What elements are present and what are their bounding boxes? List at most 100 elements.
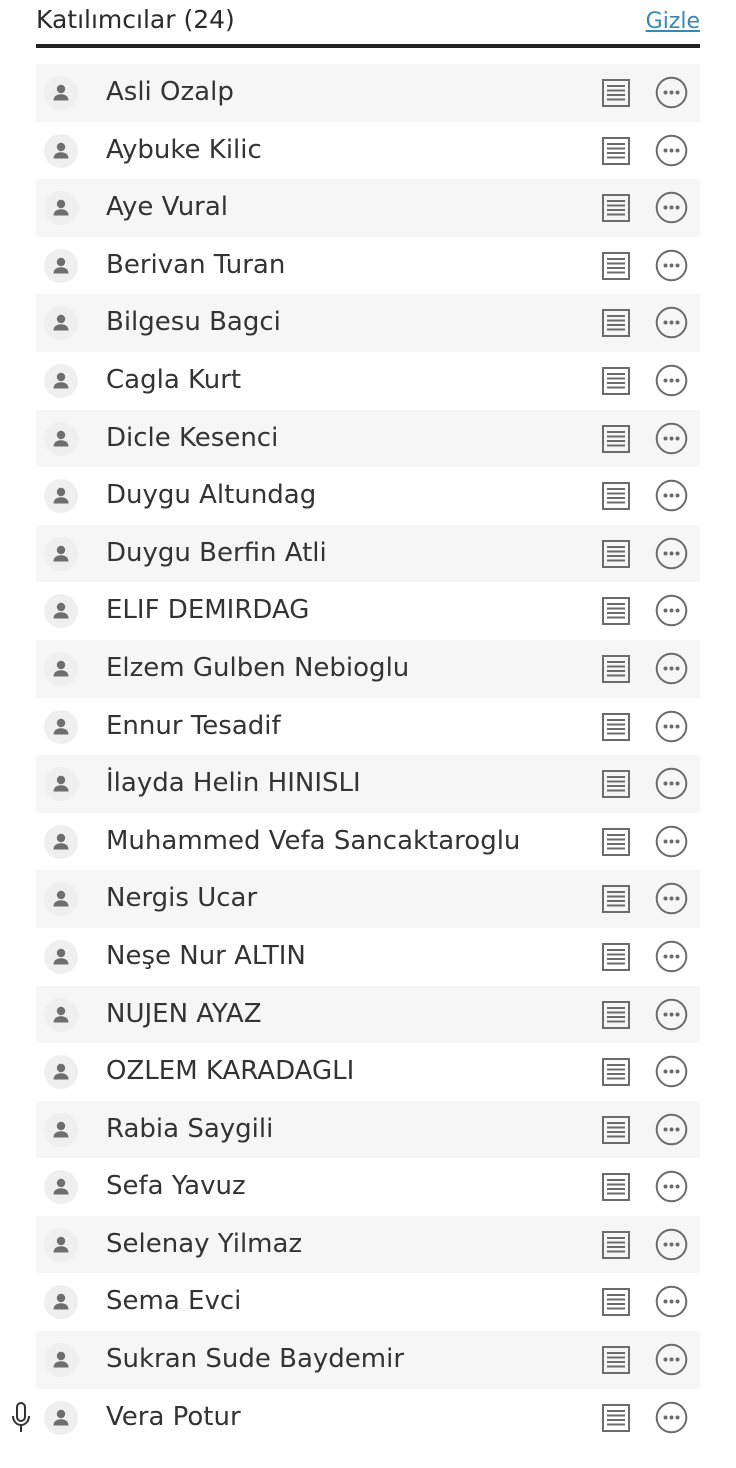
participant-row[interactable]: Rabia Saygili [36,1100,700,1159]
more-options-icon[interactable] [655,710,688,743]
participant-name: Nergis Ucar [106,883,258,914]
more-options-icon[interactable] [655,652,688,685]
more-options-icon[interactable] [655,940,688,973]
participant-row[interactable]: Berivan Turan [36,236,700,295]
more-options-icon[interactable] [655,1113,688,1146]
user-avatar-icon [44,248,78,283]
participant-row[interactable]: Dicle Kesenci [36,409,700,468]
participant-row[interactable]: Vera Potur [12,1388,700,1447]
notes-list-icon[interactable] [601,712,631,742]
notes-list-icon[interactable] [601,136,631,166]
more-options-icon[interactable] [655,134,688,167]
user-avatar-icon [44,1227,78,1262]
participant-row[interactable]: Muhammed Vefa Sancaktaroglu [36,812,700,871]
participant-row[interactable]: Selenay Yilmaz [36,1215,700,1274]
participant-row[interactable]: Duygu Berfin Atli [36,524,700,583]
participant-row[interactable]: ELIF DEMIRDAG [36,582,700,640]
participant-name: Elzem Gulben Nebioglu [106,652,410,683]
notes-list-icon[interactable] [601,827,631,857]
notes-list-icon[interactable] [601,1345,631,1375]
notes-list-icon[interactable] [601,251,631,281]
participant-row[interactable]: İlayda Helin HINISLI [36,755,700,813]
participant-row[interactable]: Duygu Altundag [36,467,700,525]
more-options-icon[interactable] [655,1055,688,1088]
participant-row[interactable]: Bilgesu Bagci [36,294,700,352]
notes-list-icon[interactable] [601,1403,631,1433]
participant-row[interactable]: Sefa Yavuz [36,1158,700,1216]
notes-list-icon[interactable] [601,539,631,569]
notes-list-icon[interactable] [601,1057,631,1087]
user-avatar-icon [44,479,78,514]
notes-list-icon[interactable] [601,596,631,626]
participant-row[interactable]: Elzem Gulben Nebioglu [36,639,700,698]
participant-name: İlayda Helin HINISLI [106,768,361,799]
more-options-icon[interactable] [655,306,688,339]
notes-list-icon[interactable] [601,1115,631,1145]
notes-list-icon[interactable] [601,654,631,684]
participant-name: Asli Ozalp [106,77,234,107]
notes-list-icon[interactable] [601,1230,631,1260]
participant-row[interactable]: Aye Vural [36,179,700,237]
notes-list-icon[interactable] [601,308,631,338]
participant-row[interactable]: Sema Evci [36,1273,700,1332]
more-options-icon[interactable] [655,537,688,570]
more-options-icon[interactable] [655,594,688,627]
more-options-icon[interactable] [655,191,688,224]
more-options-icon[interactable] [655,825,688,858]
participant-list: Asli Ozalp Aybuke Kilic Aye Vural Berivan T… [12,64,700,1447]
more-options-icon[interactable] [655,882,688,915]
participant-row[interactable]: Nergis Ucar [36,870,700,928]
user-avatar-icon [44,536,78,571]
participant-row[interactable]: Ennur Tesadif [36,697,700,756]
more-options-icon[interactable] [655,422,688,455]
more-options-icon[interactable] [655,364,688,397]
user-avatar-icon [44,1055,78,1090]
participant-row[interactable]: OZLEM KARADAGLI [36,1043,700,1101]
participant-row[interactable]: Aybuke Kilic [36,121,700,180]
participant-name: NUJEN AYAZ [106,998,262,1029]
participant-row[interactable]: NUJEN AYAZ [36,985,700,1044]
participant-row[interactable]: Cagla Kurt [36,351,700,410]
user-avatar-icon [44,76,78,110]
user-avatar-icon [44,882,78,917]
notes-list-icon[interactable] [601,1287,631,1317]
more-options-icon[interactable] [655,1401,688,1434]
more-options-icon[interactable] [655,76,688,109]
more-options-icon[interactable] [655,1343,688,1376]
more-options-icon[interactable] [655,767,688,800]
user-avatar-icon [44,133,78,168]
more-options-icon[interactable] [655,998,688,1031]
more-options-icon[interactable] [655,249,688,282]
user-avatar-icon [44,651,78,686]
notes-list-icon[interactable] [601,424,631,454]
notes-list-icon[interactable] [601,78,631,108]
more-options-icon[interactable] [655,479,688,512]
participant-name: ELIF DEMIRDAG [106,595,310,626]
hide-participants-link[interactable]: Gizle [646,6,700,38]
notes-list-icon[interactable] [601,1172,631,1202]
participant-name: Duygu Berfin Atli [106,537,327,568]
participants-panel: Katılımcılar (24) Gizle Asli Ozalp Aybuke… [12,0,700,1447]
participant-name: Vera Potur [106,1401,241,1432]
notes-list-icon[interactable] [601,884,631,914]
user-avatar-icon [44,191,78,226]
participant-name: Aye Vural [106,192,229,223]
participant-row[interactable]: Neşe Nur ALTIN [36,927,700,986]
more-options-icon[interactable] [655,1228,688,1261]
user-avatar-icon [44,363,78,398]
participant-row[interactable]: Sukran Sude Baydemir [36,1331,700,1389]
more-options-icon[interactable] [655,1285,688,1318]
notes-list-icon[interactable] [601,1000,631,1030]
participant-row[interactable]: Asli Ozalp [36,64,700,122]
notes-list-icon[interactable] [601,769,631,799]
notes-list-icon[interactable] [601,366,631,396]
participant-name: Duygu Altundag [106,480,317,511]
participant-name: Selenay Yilmaz [106,1228,303,1259]
notes-list-icon[interactable] [601,942,631,972]
notes-list-icon[interactable] [601,193,631,223]
participant-name: OZLEM KARADAGLI [106,1056,355,1087]
more-options-icon[interactable] [655,1170,688,1203]
participant-name: Aybuke Kilic [106,134,262,165]
notes-list-icon[interactable] [601,481,631,511]
user-avatar-icon [44,939,78,974]
